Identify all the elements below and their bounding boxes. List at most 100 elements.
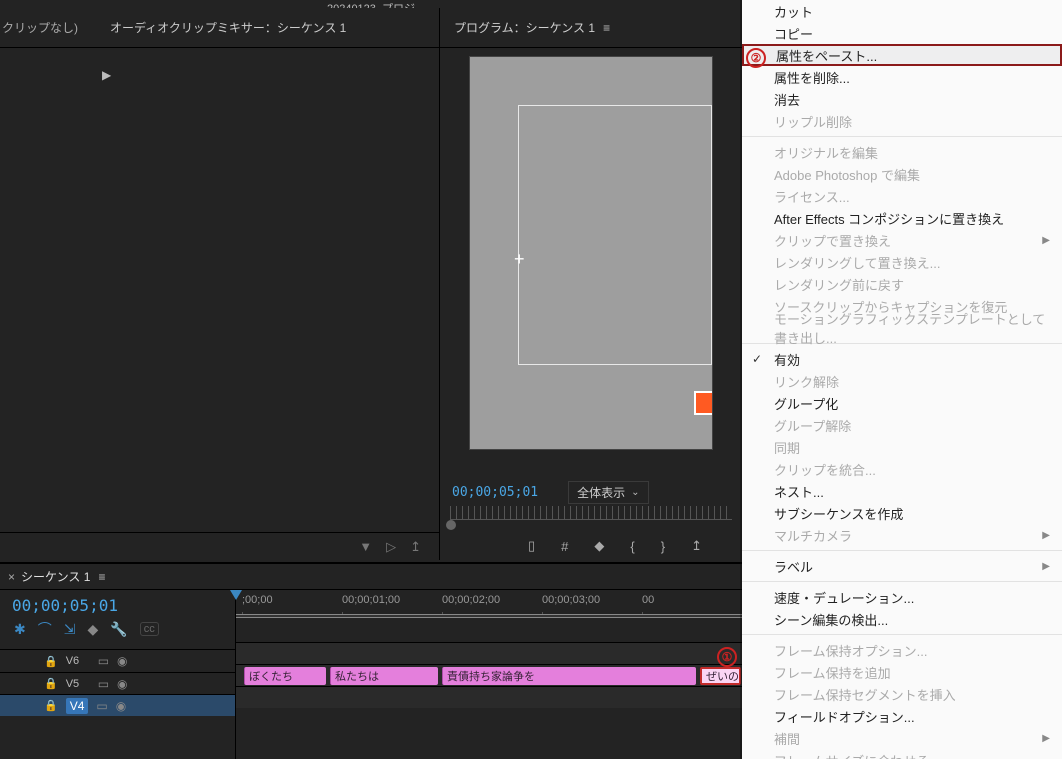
- track-lane-v5[interactable]: ぼくたち 私たちは 責債持ち家論争を ぜいの: [236, 664, 742, 686]
- program-frame[interactable]: +: [469, 56, 713, 450]
- close-tab-icon[interactable]: ×: [8, 570, 15, 584]
- menu-item[interactable]: 速度・デュレーション...: [742, 586, 1062, 608]
- menu-item[interactable]: After Effects コンポジションに置き換え: [742, 207, 1062, 229]
- toggle-output-icon[interactable]: ▭: [96, 699, 107, 713]
- sequence-tab[interactable]: シーケンス 1: [21, 568, 90, 585]
- play-icon[interactable]: ▶: [102, 68, 111, 82]
- menu-item-label: 補間: [774, 729, 800, 748]
- menu-item[interactable]: グループ化: [742, 392, 1062, 414]
- menu-item[interactable]: カット: [742, 0, 1062, 22]
- menu-item: ライセンス...: [742, 185, 1062, 207]
- wrench-icon[interactable]: 🔧: [110, 621, 127, 638]
- menu-item[interactable]: コピー: [742, 22, 1062, 44]
- menu-item: マルチカメラ▶: [742, 524, 1062, 546]
- menu-item[interactable]: ✓有効: [742, 348, 1062, 370]
- menu-item-label: リンク解除: [774, 372, 839, 391]
- audio-clip-mixer-tab[interactable]: オーディオクリップミキサー：シーケンス 1: [102, 19, 346, 36]
- menu-separator: [742, 136, 1062, 137]
- menu-item-label: レンダリングして置き換え...: [774, 253, 940, 272]
- export-frame-icon[interactable]: ↥: [691, 538, 702, 554]
- source-clip-none-tab[interactable]: クリップなし): [0, 19, 78, 36]
- menu-item[interactable]: 消去: [742, 88, 1062, 110]
- clip-selected[interactable]: ぜいの: [700, 667, 741, 685]
- lock-icon[interactable]: 🔒: [44, 655, 58, 668]
- ruler-tick: 00;00;01;00: [342, 594, 442, 606]
- track-lane-v4[interactable]: [236, 686, 742, 708]
- toggle-output-icon[interactable]: ▭: [98, 677, 109, 691]
- program-toolbar: ▯ # ◆ { } ↥: [440, 532, 742, 560]
- funnel-icon[interactable]: ▼: [359, 539, 372, 554]
- timeline-panel-menu-icon[interactable]: ≡: [98, 570, 105, 584]
- track-v6[interactable]: 🔒 V6 ▭ ◉: [0, 650, 235, 672]
- menu-item[interactable]: ラベル▶: [742, 555, 1062, 577]
- project-title: 20240123_プロジ: [0, 0, 742, 8]
- menu-item: フレーム保持セグメントを挿入: [742, 683, 1062, 705]
- annotation-1: ①: [717, 647, 737, 667]
- source-panel: クリップなし) オーディオクリップミキサー：シーケンス 1 ▶ ▼ ▷ ↥: [0, 8, 440, 560]
- menu-item: Adobe Photoshop で編集: [742, 163, 1062, 185]
- menu-item[interactable]: シーン編集の検出...: [742, 608, 1062, 630]
- magnet-icon[interactable]: ⌒: [38, 619, 52, 639]
- menu-item-label: モーショングラフィックステンプレートとして書き出し...: [774, 309, 1050, 347]
- timeline-tracks[interactable]: ;00;00 00;00;01;00 00;00;02;00 00;00;03;…: [236, 590, 742, 759]
- submenu-arrow-icon: ▶: [1042, 561, 1050, 572]
- menu-item[interactable]: 属性をペースト...: [742, 44, 1062, 66]
- menu-item[interactable]: フィールドオプション...: [742, 705, 1062, 727]
- program-ruler[interactable]: [440, 506, 742, 532]
- hash-icon[interactable]: #: [561, 539, 568, 554]
- ruler-tick: ;00;00: [242, 594, 342, 606]
- lock-icon[interactable]: 🔒: [44, 699, 58, 712]
- menu-item-label: 属性を削除...: [774, 68, 850, 87]
- out-brace-icon[interactable]: }: [661, 539, 665, 554]
- menu-item[interactable]: サブシーケンスを作成: [742, 502, 1062, 524]
- menu-item-label: 有効: [774, 350, 800, 369]
- panel-menu-icon[interactable]: ≡: [603, 21, 610, 35]
- marker-in-icon[interactable]: ▯: [528, 538, 535, 554]
- tag-icon[interactable]: ▷: [386, 539, 396, 555]
- menu-item-label: レンダリング前に戻す: [774, 275, 904, 294]
- toggle-output-icon[interactable]: ▭: [98, 654, 109, 668]
- menu-item: フレームサイズに合わせる: [742, 749, 1062, 759]
- eye-icon[interactable]: ◉: [117, 677, 127, 691]
- link-selection-icon[interactable]: ⇲: [64, 621, 76, 638]
- clip[interactable]: 私たちは: [330, 667, 438, 685]
- timeline-tools: ✱ ⌒ ⇲ ◆ 🔧 cc: [0, 619, 235, 649]
- marker-icon[interactable]: ◆: [594, 538, 604, 554]
- track-v4[interactable]: 🔒 V4 ▭ ◉: [0, 694, 235, 716]
- eye-icon[interactable]: ◉: [117, 654, 127, 668]
- track-lane-v6[interactable]: [236, 642, 742, 664]
- annotation-2: ②: [746, 48, 766, 68]
- lock-icon[interactable]: 🔒: [44, 677, 58, 690]
- source-tabs: クリップなし) オーディオクリップミキサー：シーケンス 1: [0, 8, 439, 48]
- context-menu: カットコピー属性をペースト...属性を削除...消去リップル削除オリジナルを編集…: [742, 0, 1062, 759]
- timeline-tabs: × シーケンス 1 ≡: [0, 564, 742, 590]
- menu-item: 同期: [742, 436, 1062, 458]
- clip[interactable]: ぼくたち: [244, 667, 326, 685]
- zoom-fit-dropdown[interactable]: 全体表示 ⌄: [568, 481, 648, 504]
- eye-icon[interactable]: ◉: [116, 699, 126, 713]
- timeline-timecode[interactable]: 00;00;05;01: [0, 590, 235, 619]
- menu-item: グループ解除: [742, 414, 1062, 436]
- timeline-main: 00;00;05;01 ✱ ⌒ ⇲ ◆ 🔧 cc 🔒 V6 ▭ ◉ 🔒 V5: [0, 590, 742, 759]
- program-monitor: +: [440, 48, 742, 478]
- track-list: 🔒 V6 ▭ ◉ 🔒 V5 ▭ ◉ 🔒 V4 ▭ ◉: [0, 649, 235, 759]
- menu-item: レンダリング前に戻す: [742, 273, 1062, 295]
- cc-icon[interactable]: cc: [140, 622, 159, 636]
- menu-item: レンダリングして置き換え...: [742, 251, 1062, 273]
- clip[interactable]: 責債持ち家論争を: [442, 667, 696, 685]
- menu-item-label: グループ解除: [774, 416, 851, 435]
- menu-item-label: After Effects コンポジションに置き換え: [774, 209, 1004, 228]
- export-icon[interactable]: ↥: [410, 539, 421, 555]
- menu-item[interactable]: 属性を削除...: [742, 66, 1062, 88]
- program-timecode[interactable]: 00;00;05;01: [452, 485, 538, 500]
- menu-item[interactable]: ネスト...: [742, 480, 1062, 502]
- marker-tool-icon[interactable]: ◆: [87, 621, 98, 638]
- program-panel: プログラム：シーケンス 1 ≡ + 00;00;05;01 全体表示 ⌄ ▯ #…: [440, 8, 742, 560]
- safe-margin: [518, 105, 712, 365]
- track-name: V6: [66, 655, 90, 667]
- scroll-thumb[interactable]: [446, 520, 456, 530]
- in-brace-icon[interactable]: {: [630, 539, 634, 554]
- track-v5[interactable]: 🔒 V5 ▭ ◉: [0, 672, 235, 694]
- snap-icon[interactable]: ✱: [14, 621, 26, 638]
- program-tab[interactable]: プログラム：シーケンス 1 ≡: [440, 8, 742, 48]
